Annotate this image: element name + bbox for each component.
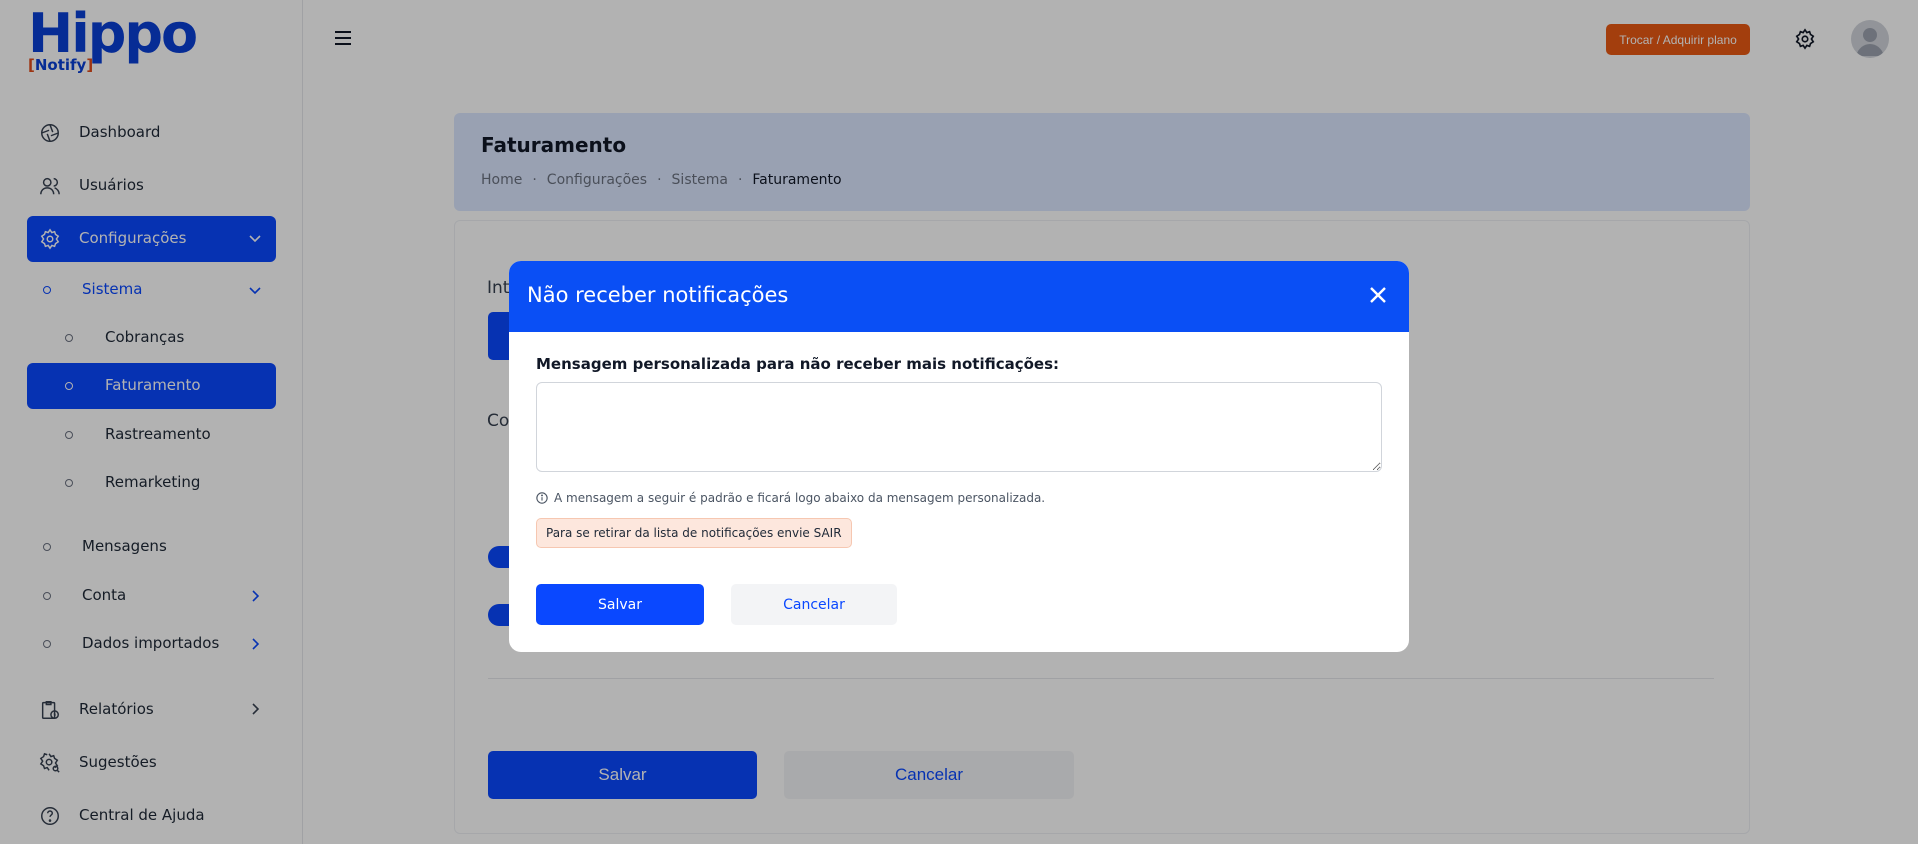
modal-save-button[interactable]: Salvar (536, 584, 704, 625)
modal-title: Não receber notificações (527, 283, 789, 307)
modal-header: Não receber notificações (509, 261, 1409, 332)
modal-cancel-button[interactable]: Cancelar (731, 584, 897, 625)
no-notifications-modal: Não receber notificações Mensagem person… (509, 261, 1409, 652)
close-icon[interactable] (1367, 284, 1389, 306)
custom-message-label: Mensagem personalizada para não receber … (536, 355, 1060, 373)
custom-message-textarea[interactable] (536, 382, 1382, 472)
default-message-badge: Para se retirar da lista de notificações… (536, 518, 852, 548)
info-note: A mensagem a seguir é padrão e ficará lo… (536, 491, 1045, 505)
info-text: A mensagem a seguir é padrão e ficará lo… (554, 491, 1046, 505)
info-icon (536, 492, 548, 504)
